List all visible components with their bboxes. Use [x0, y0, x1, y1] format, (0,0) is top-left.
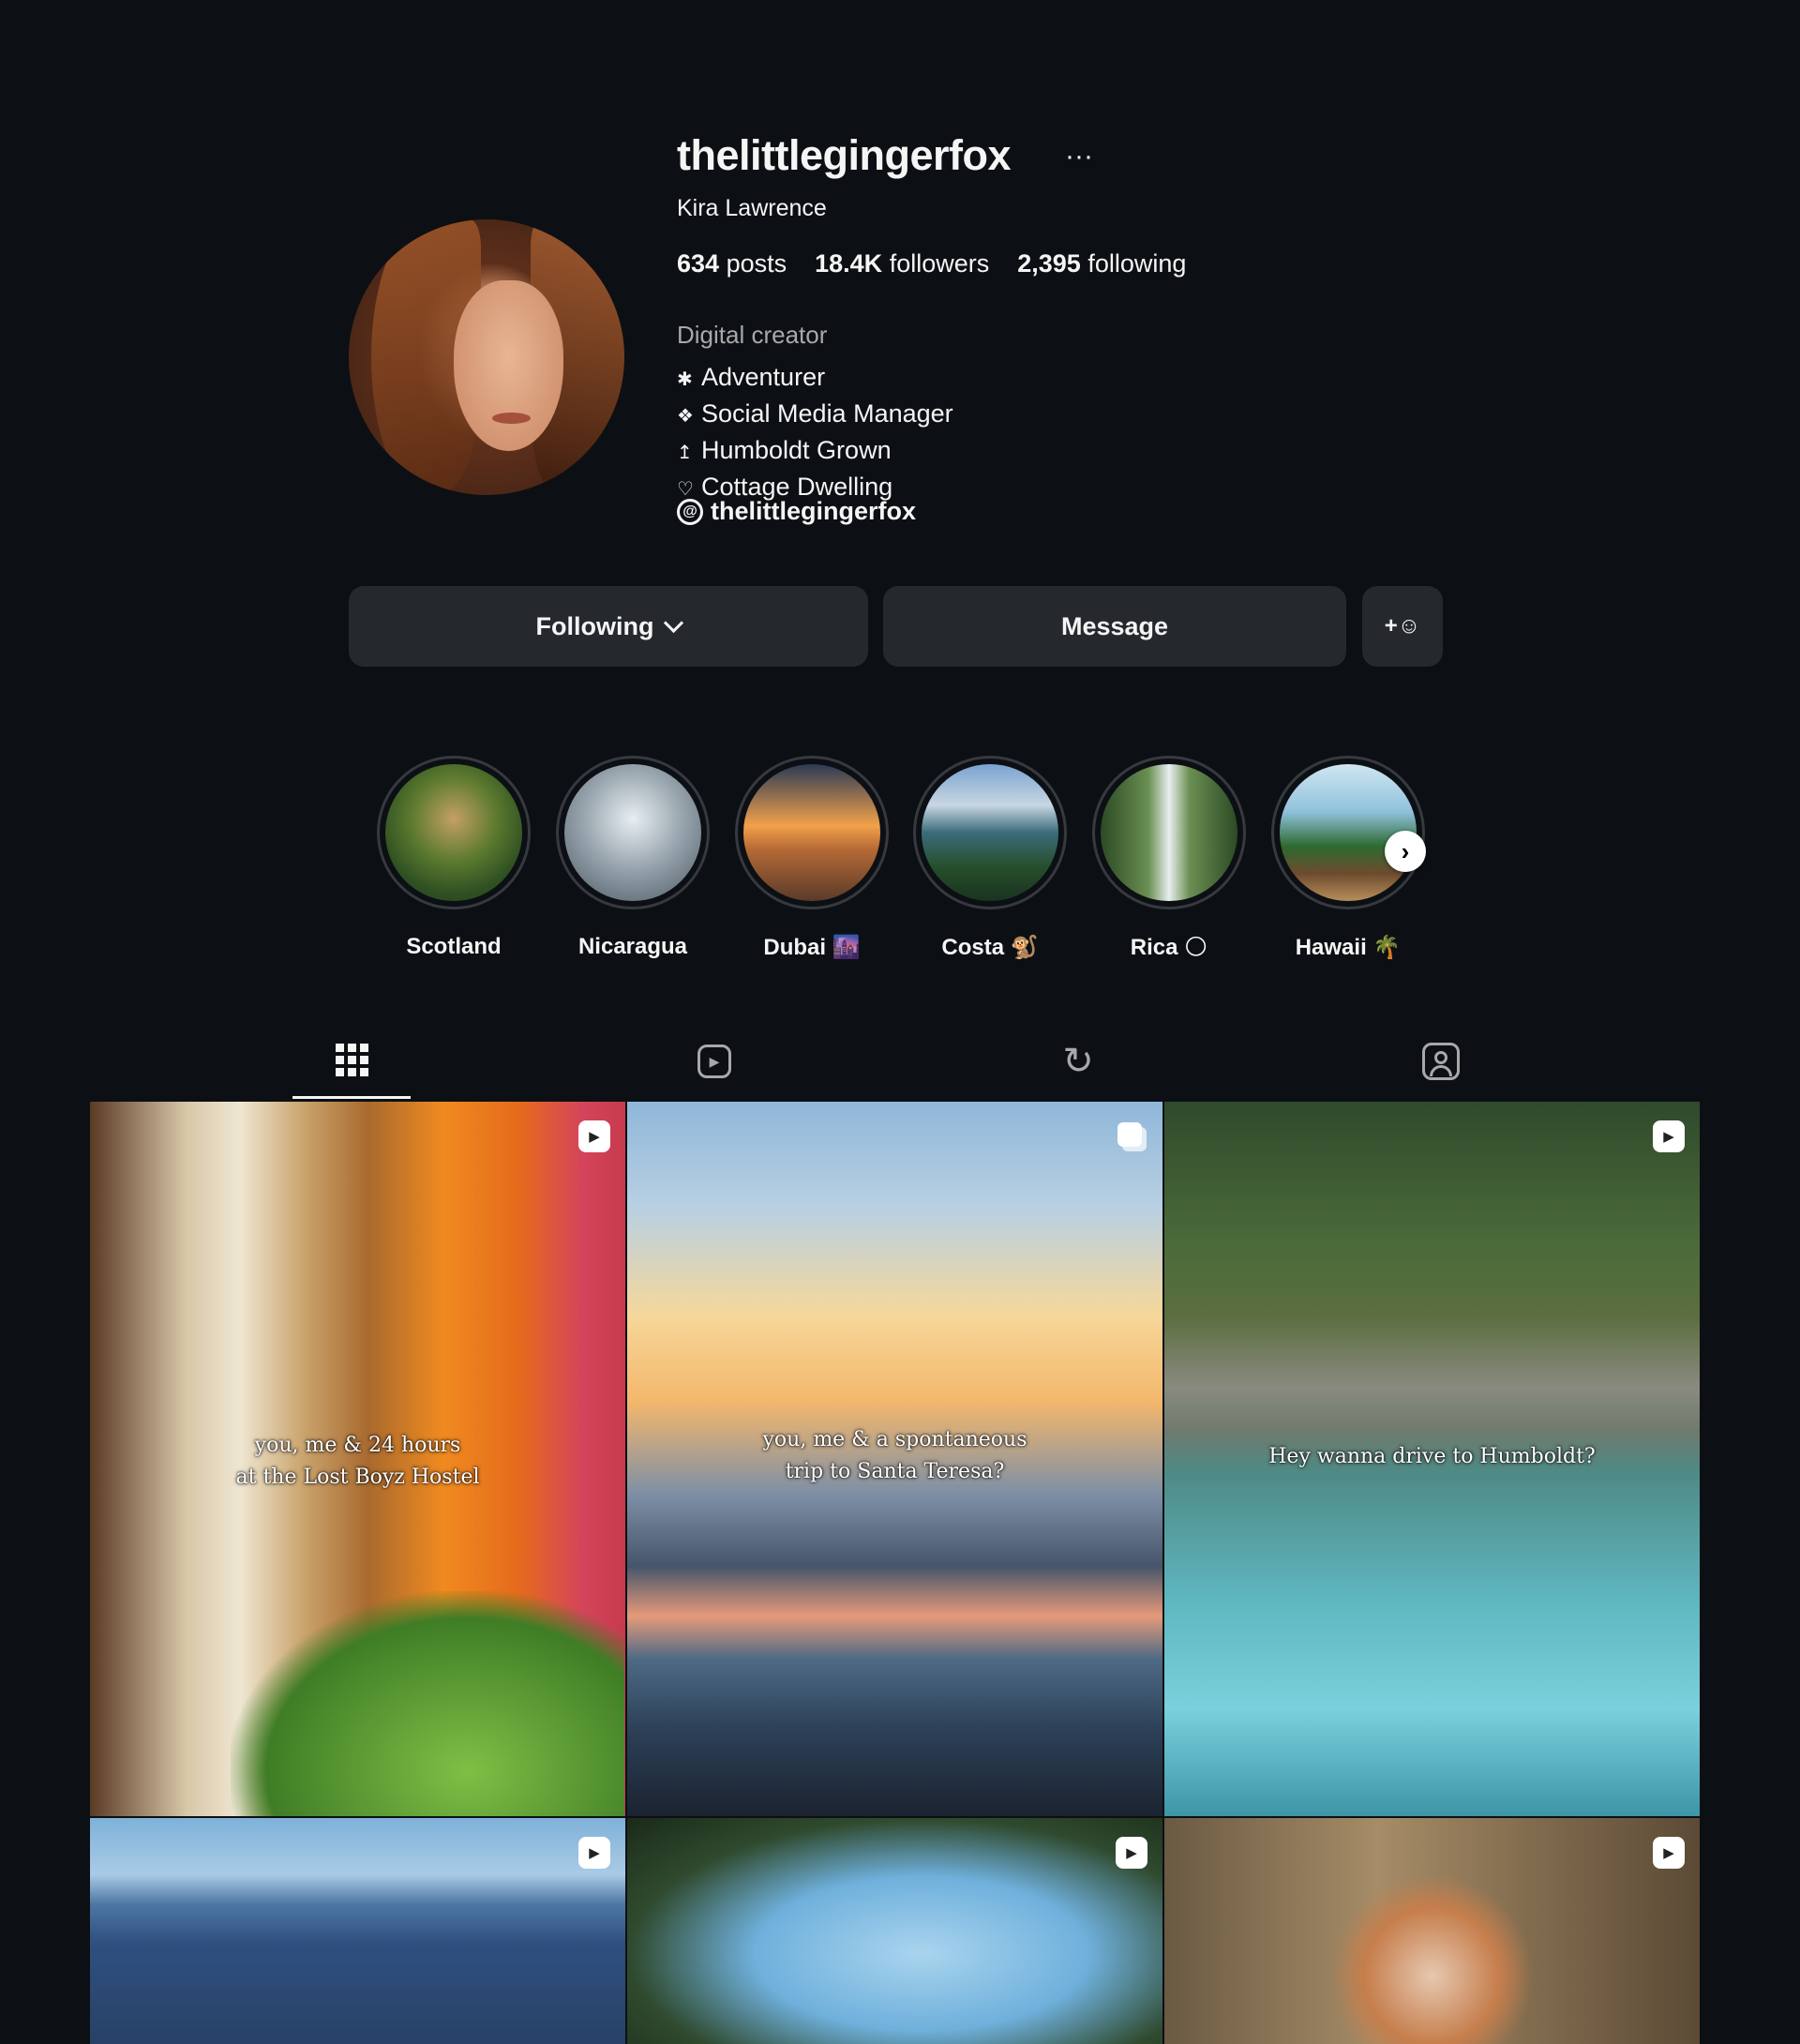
following-stat[interactable]: 2,395 following — [1017, 249, 1186, 278]
post-caption-line: you, me & 24 hours — [254, 1434, 461, 1457]
more-options-icon[interactable]: ··· — [1065, 141, 1093, 173]
following-button[interactable]: Following — [349, 586, 868, 667]
posts-count-stat: 634 posts — [677, 249, 787, 278]
chevron-down-icon — [664, 612, 684, 633]
highlight-cover — [922, 764, 1058, 901]
highlight-label: Dubai 🌆 — [763, 935, 861, 960]
post-caption-line: at the Lost Boyz Hostel — [235, 1465, 480, 1489]
highlight-ring — [1092, 756, 1246, 909]
profile-stats: 634 posts 18.4K followers 2,395 followin… — [677, 249, 1186, 278]
post-tile[interactable]: ▶ — [627, 1818, 1162, 2044]
highlight-ring — [913, 756, 1067, 909]
highlight-cover — [743, 764, 880, 901]
suggested-users-button[interactable]: +☺ — [1362, 586, 1443, 667]
following-label: following — [1088, 249, 1187, 278]
profile-bio: ✱ Adventurer ❖ Social Media Manager ↥ Humbo… — [677, 360, 953, 506]
bio-text: Adventurer — [701, 363, 826, 391]
post-caption: you, me & a spontaneous trip to Santa Te… — [627, 1424, 1162, 1488]
bio-line: ❖ Social Media Manager — [677, 397, 953, 433]
reels-icon: ▶ — [698, 1045, 731, 1078]
profile-full-name: Kira Lawrence — [677, 195, 827, 221]
grid-icon — [335, 1044, 368, 1076]
message-button[interactable]: Message — [883, 586, 1346, 667]
post-caption-line: trip to Santa Teresa? — [785, 1460, 1005, 1483]
bio-line: ✱ Adventurer — [677, 360, 953, 397]
followers-stat[interactable]: 18.4K followers — [815, 249, 989, 278]
post-caption-line: Hey wanna drive to Humboldt? — [1268, 1445, 1596, 1468]
reposts-tab[interactable]: ↻ — [1019, 1024, 1137, 1099]
highlight-label: Nicaragua — [578, 934, 688, 959]
posts-tab[interactable] — [292, 1024, 411, 1099]
profile-username: thelittlegingerfox — [677, 131, 1012, 179]
bio-line: ↥ Humboldt Grown — [677, 433, 953, 470]
post-tile[interactable]: ▶ Hey wanna drive to Humboldt? — [1164, 1102, 1700, 1816]
reel-icon: ▶ — [1653, 1120, 1685, 1152]
gear-flower-icon: ✱ — [677, 369, 693, 390]
posts-label: posts — [726, 249, 788, 278]
reel-icon: ▶ — [1653, 1837, 1685, 1869]
avatar-face — [453, 279, 564, 451]
reel-icon: ▶ — [578, 1837, 610, 1869]
threads-handle: thelittlegingerfox — [711, 497, 917, 525]
followers-count: 18.4K — [815, 249, 883, 278]
reel-icon: ▶ — [578, 1120, 610, 1152]
highlight-ring — [556, 756, 710, 909]
highlight-label: Costa 🐒 — [941, 935, 1039, 960]
highlight-cover — [564, 764, 701, 901]
message-button-label: Message — [1060, 611, 1169, 640]
bio-text: Social Media Manager — [701, 399, 953, 428]
post-caption: you, me & 24 hours at the Lost Boyz Host… — [90, 1430, 625, 1494]
following-button-label: Following — [535, 611, 654, 640]
highlight-cover — [1101, 764, 1238, 901]
threads-icon: @ — [677, 498, 703, 525]
add-user-icon: +☺ — [1384, 613, 1421, 639]
reels-tab[interactable]: ▶ — [655, 1024, 773, 1099]
sparkle-icon: ❖ — [677, 406, 694, 427]
highlight-dubai[interactable]: Dubai 🌆 — [732, 756, 892, 961]
following-count: 2,395 — [1017, 249, 1081, 278]
post-image-plant — [231, 1591, 624, 1816]
repost-icon: ↻ — [1062, 1041, 1094, 1082]
highlight-label: Rica 🌕 — [1130, 935, 1208, 960]
reel-icon: ▶ — [1116, 1837, 1148, 1869]
post-tile[interactable]: ▶ — [90, 1818, 625, 2044]
post-caption: Hey wanna drive to Humboldt? — [1164, 1441, 1700, 1473]
highlight-scotland[interactable]: Scotland — [374, 756, 533, 960]
highlights-next-button[interactable]: › — [1385, 831, 1426, 872]
tagged-icon — [1422, 1043, 1460, 1080]
carousel-icon — [1116, 1120, 1148, 1152]
post-tile[interactable]: ▶ — [1164, 1818, 1700, 2044]
post-tile[interactable]: ▶ you, me & 24 hours at the Lost Boyz Ho… — [90, 1102, 625, 1816]
profile-avatar[interactable] — [349, 219, 624, 495]
highlight-cover — [385, 764, 522, 901]
post-caption-line: you, me & a spontaneous — [762, 1428, 1028, 1451]
highlight-ring — [735, 756, 889, 909]
post-tile[interactable]: you, me & a spontaneous trip to Santa Te… — [627, 1102, 1162, 1816]
avatar-lips — [491, 412, 532, 424]
followers-label: followers — [889, 249, 990, 278]
highlight-label: Hawaii 🌴 — [1295, 935, 1402, 960]
tagged-tab[interactable] — [1382, 1024, 1500, 1099]
highlight-costa[interactable]: Costa 🐒 — [910, 756, 1070, 961]
highlight-label: Scotland — [406, 934, 502, 959]
bio-text: Humboldt Grown — [701, 436, 892, 464]
arrow-up-icon: ↥ — [677, 443, 693, 463]
profile-category: Digital creator — [677, 321, 828, 349]
highlight-nicaragua[interactable]: Nicaragua — [553, 756, 712, 960]
highlight-rica[interactable]: Rica 🌕 — [1089, 756, 1249, 961]
highlight-ring — [377, 756, 531, 909]
posts-count: 634 — [677, 249, 720, 278]
threads-link[interactable]: @ thelittlegingerfox — [677, 497, 916, 526]
chevron-right-icon: › — [1401, 836, 1410, 865]
